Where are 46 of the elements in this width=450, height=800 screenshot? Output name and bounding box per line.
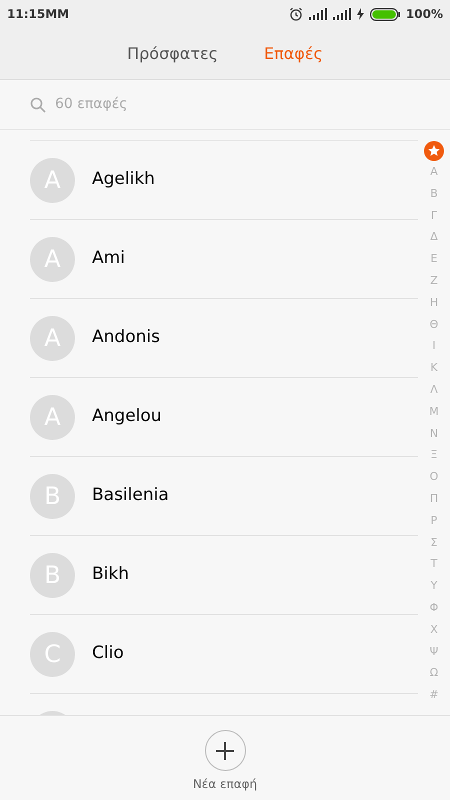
index-letter[interactable]: # [429,684,439,706]
index-letter[interactable]: Κ [430,357,438,379]
index-letter[interactable]: Ζ [430,270,438,292]
index-letter[interactable]: Σ [430,532,438,554]
contact-name: Agelikh [92,168,155,192]
index-letter[interactable]: Ι [432,335,436,358]
index-letter[interactable]: Ψ [430,640,438,662]
signal-icon [332,8,351,20]
index-letter[interactable]: Φ [430,596,438,619]
contact-name: Ami [92,247,125,270]
index-letter[interactable]: Δ [430,226,438,248]
index-letter[interactable]: Η [430,292,438,314]
index-letter[interactable]: Θ [430,314,438,336]
plus-icon [215,740,235,760]
index-letter[interactable]: Ν [430,422,438,444]
new-contact-label: Νέα επαφή [192,776,258,793]
charging-bolt-icon [356,8,364,20]
alarm-clock-icon [288,7,303,21]
search-field[interactable]: 60 επαφές [55,94,355,115]
index-letter[interactable]: Τ [430,553,438,576]
contact-name: Angelou [92,405,162,428]
add-button[interactable] [204,730,246,771]
index-letter[interactable]: Γ [430,204,438,226]
index-letter[interactable]: B [430,182,438,205]
index-letter[interactable]: Υ [430,575,438,597]
index-letter[interactable]: Π [430,488,438,510]
index-letter[interactable]: Ε [430,248,438,270]
index-letter[interactable]: Χ [430,618,438,641]
index-letter[interactable]: Ρ [430,510,438,532]
index-letter[interactable]: Λ [430,378,438,401]
index-letter[interactable]: Ο [430,466,438,488]
contact-name: Andonis [92,326,160,350]
tab[interactable]: Πρόσφατες [127,42,218,66]
index-letter[interactable]: A [430,161,438,183]
battery-percent: 100% [406,6,443,23]
status-time: 11:15MM [7,6,70,23]
index-letter[interactable]: Μ [429,400,439,423]
index-letter[interactable]: Ξ [430,444,438,466]
contact-name: Clio [92,642,124,666]
index-letter[interactable]: Ω [430,662,438,684]
contact-name: Basilenia [92,484,169,508]
contact-name: Bikh [92,563,130,586]
signal-icon [308,8,327,20]
battery-icon [370,8,400,20]
tab[interactable]: Επαφές [264,42,323,66]
search-icon [30,96,46,112]
